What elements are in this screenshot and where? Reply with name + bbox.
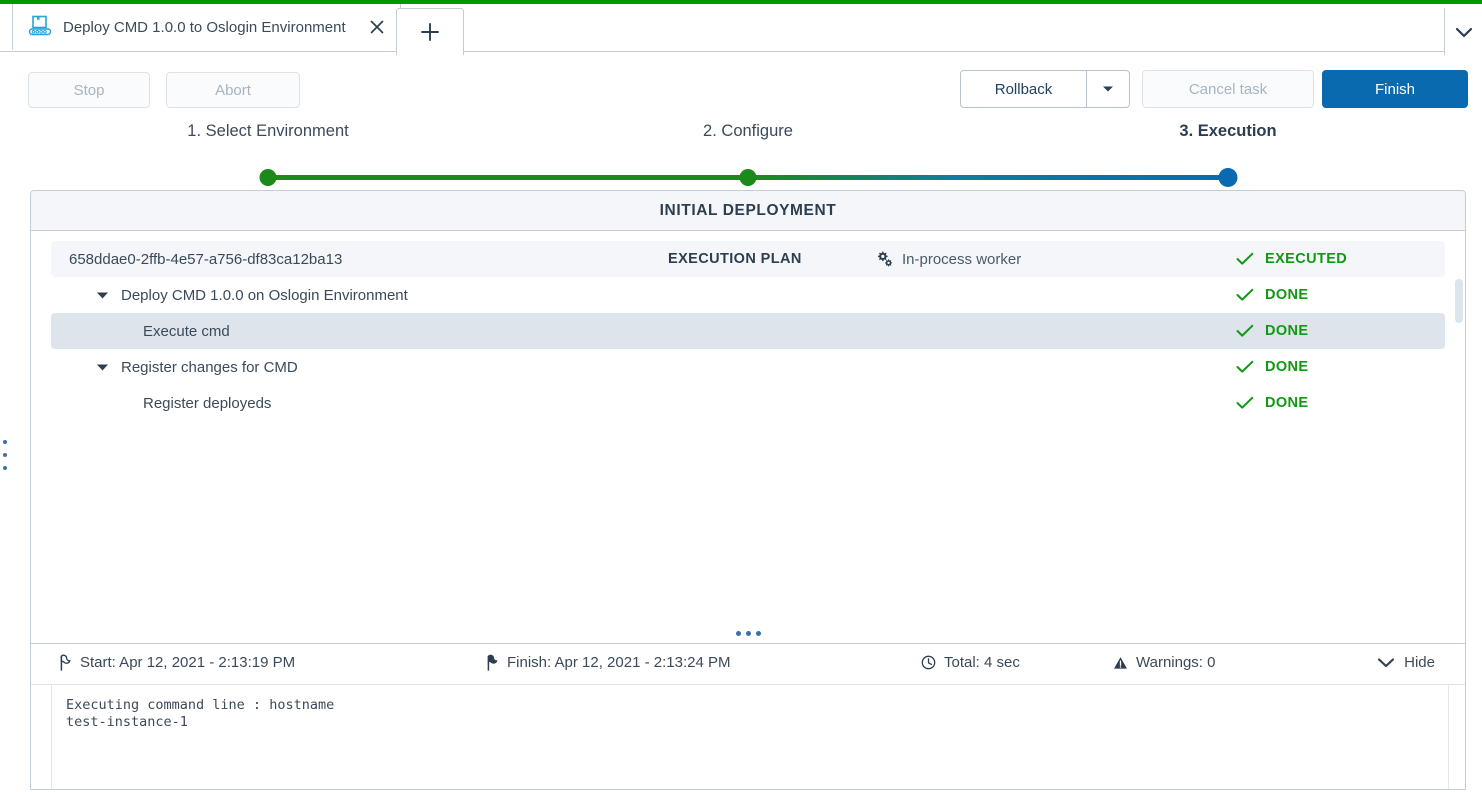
check-icon [1236, 252, 1254, 266]
caret-down-icon[interactable] [95, 288, 109, 302]
worker-label: In-process worker [902, 250, 1022, 268]
step-label-2[interactable]: 2. Configure [703, 122, 793, 141]
worker-info: In-process worker [876, 251, 1021, 268]
step-dot-3[interactable] [1218, 168, 1238, 187]
rollback-dropdown-button[interactable] [1086, 70, 1130, 108]
status-text: EXECUTED [1265, 251, 1348, 267]
deployment-conveyor-icon [27, 15, 53, 39]
table-row[interactable]: Register changes for CMD DONE [51, 349, 1445, 385]
abort-button[interactable]: Abort [166, 72, 300, 108]
hide-label: Hide [1404, 654, 1435, 671]
execution-panel: INITIAL DEPLOYMENT 658ddae0-2ffb-4e57-a7… [30, 190, 1466, 790]
chevron-down-icon [1454, 25, 1474, 39]
step-dot-2[interactable] [739, 169, 757, 186]
hide-log-button[interactable]: Hide [1376, 654, 1435, 671]
status-badge: DONE [1236, 395, 1309, 411]
finish-time-label: Finish: Apr 12, 2021 - 2:13:24 PM [507, 654, 731, 671]
check-icon [1236, 396, 1254, 410]
status-badge: EXECUTED [1236, 251, 1347, 267]
close-icon[interactable] [366, 16, 388, 38]
chevron-down-icon [1376, 656, 1396, 669]
execution-stats-bar: Start: Apr 12, 2021 - 2:13:19 PM Finish:… [31, 643, 1465, 685]
table-row[interactable]: Execute cmd DONE [51, 313, 1445, 349]
caret-down-icon[interactable] [95, 360, 109, 374]
handle-dot [735, 630, 741, 636]
flag-filled-icon [486, 654, 499, 671]
task-name: Execute cmd [143, 322, 230, 340]
handle-dot [3, 466, 7, 470]
execution-tree: 658ddae0-2ffb-4e57-a756-df83ca12ba13 EXE… [31, 231, 1465, 621]
tab-title: Deploy CMD 1.0.0 to Oslogin Environment [63, 18, 346, 36]
table-row[interactable]: Register deployeds DONE [51, 385, 1445, 421]
warnings-count: Warnings: 0 [1113, 654, 1215, 671]
task-name: Register changes for CMD [121, 358, 298, 376]
check-icon [1236, 324, 1254, 338]
total-duration: Total: 4 sec [921, 654, 1020, 671]
new-tab-button[interactable] [396, 8, 464, 55]
status-text: DONE [1265, 395, 1309, 411]
status-badge: DONE [1236, 287, 1309, 303]
gears-icon [876, 251, 893, 267]
step-label-1[interactable]: 1. Select Environment [187, 122, 348, 141]
step-dot-1[interactable] [259, 169, 277, 186]
status-badge: DONE [1236, 323, 1309, 339]
flag-outline-icon [59, 654, 72, 671]
action-toolbar: Stop Abort Rollback Cancel task Finish [0, 52, 1482, 114]
handle-dot [3, 453, 7, 457]
sidebar-drag-handle[interactable] [0, 440, 10, 470]
warnings-label: Warnings: 0 [1136, 654, 1216, 671]
check-icon [1236, 360, 1254, 374]
tree-scrollbar-thumb[interactable] [1455, 279, 1463, 323]
status-text: DONE [1265, 359, 1309, 375]
task-name: Register deployeds [143, 394, 272, 412]
handle-dot [745, 630, 751, 636]
cancel-task-button[interactable]: Cancel task [1142, 70, 1314, 108]
handle-dot [3, 440, 7, 444]
execution-plan-label: EXECUTION PLAN [668, 251, 802, 267]
status-badge: DONE [1236, 359, 1309, 375]
finish-time: Finish: Apr 12, 2021 - 2:13:24 PM [486, 654, 730, 671]
check-icon [1236, 288, 1254, 302]
status-text: DONE [1265, 323, 1309, 339]
wizard-stepper: 1. Select Environment 2. Configure 3. Ex… [0, 114, 1482, 187]
execution-uuid: 658ddae0-2ffb-4e57-a756-df83ca12ba13 [69, 250, 343, 268]
clock-icon [921, 655, 936, 670]
tab-overflow-button[interactable] [1444, 8, 1482, 55]
tab-bar: Deploy CMD 1.0.0 to Oslogin Environment [0, 4, 1482, 55]
plus-icon [419, 21, 441, 43]
handle-dot [755, 630, 761, 636]
splitter-dots [735, 630, 761, 636]
start-time-label: Start: Apr 12, 2021 - 2:13:19 PM [80, 654, 296, 671]
total-duration-label: Total: 4 sec [944, 654, 1020, 671]
start-time: Start: Apr 12, 2021 - 2:13:19 PM [59, 654, 295, 671]
caret-down-icon [1102, 85, 1114, 93]
log-output[interactable]: Executing command line : hostname test-i… [51, 685, 1449, 789]
panel-splitter-handle[interactable] [31, 623, 1465, 643]
tab-deploy-cmd[interactable]: Deploy CMD 1.0.0 to Oslogin Environment [12, 4, 401, 51]
table-row[interactable]: Deploy CMD 1.0.0 on Oslogin Environment … [51, 277, 1445, 313]
finish-button[interactable]: Finish [1322, 70, 1468, 108]
rollback-button[interactable]: Rollback [960, 70, 1086, 108]
warning-triangle-icon [1113, 656, 1128, 670]
table-row[interactable]: 658ddae0-2ffb-4e57-a756-df83ca12ba13 EXE… [51, 241, 1445, 277]
panel-title: INITIAL DEPLOYMENT [31, 191, 1465, 231]
status-text: DONE [1265, 287, 1309, 303]
step-label-3[interactable]: 3. Execution [1179, 122, 1276, 141]
stop-button[interactable]: Stop [28, 72, 150, 108]
